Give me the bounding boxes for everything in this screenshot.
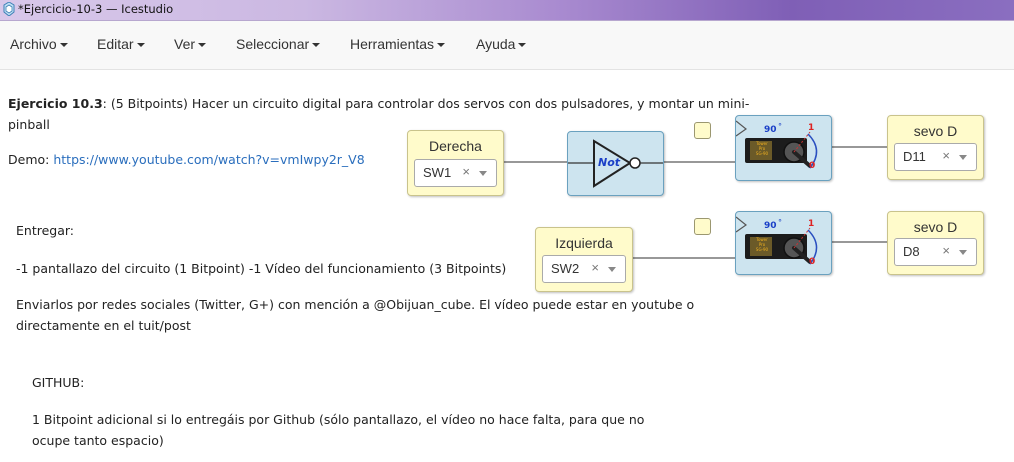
- izquierda-pin-value: SW2: [551, 261, 580, 276]
- izquierda-pin-select[interactable]: SW2 ×: [542, 255, 626, 283]
- input-block-derecha-label: Derecha: [429, 138, 482, 154]
- input-block-izquierda[interactable]: Izquierda SW2 ×: [535, 227, 633, 292]
- info-heading: Ejercicio 10.3: [8, 96, 103, 111]
- servo-block-top[interactable]: 90 ° 1 0 Tower Pro SG-90: [735, 115, 832, 181]
- entregar-items: -1 pantallazo del circuito (1 Bitpoint) …: [16, 261, 507, 276]
- dropdown-arrow-icon[interactable]: [959, 155, 967, 160]
- chevron-down-icon: [312, 43, 321, 48]
- icestudio-app-icon: [3, 2, 15, 16]
- servo-top-brand: Tower Pro SG-90: [751, 141, 773, 156]
- info-line-2: pinball: [8, 117, 50, 132]
- servo-bottom-brand-line-3: SG-90: [755, 247, 769, 252]
- menu-archivo-label: Archivo: [10, 36, 57, 52]
- not-gate-block[interactable]: Not: [567, 131, 664, 196]
- enviar-line-1: Enviarlos por redes sociales (Twitter, G…: [16, 297, 695, 312]
- sevo-bottom-pin-select[interactable]: D8 ×: [894, 238, 977, 266]
- led-indicator-top[interactable]: [694, 122, 711, 139]
- servo-top-degree: °: [778, 122, 782, 131]
- servo-top-one: 1: [808, 123, 815, 133]
- output-block-sevo-top-label: sevo D: [913, 123, 958, 139]
- servo-top-zero: 0: [809, 161, 816, 171]
- derecha-pin-value: SW1: [423, 165, 452, 180]
- chevron-down-icon: [437, 43, 446, 48]
- servo-bottom-zero: 0: [809, 257, 816, 267]
- input-block-derecha[interactable]: Derecha SW1 ×: [407, 130, 504, 196]
- servo-bottom-angle: 90: [764, 221, 777, 231]
- clear-icon[interactable]: ×: [462, 164, 470, 179]
- clear-icon[interactable]: ×: [591, 260, 599, 275]
- sevo-top-pin-select[interactable]: D11 ×: [894, 143, 977, 171]
- servo-bottom-brand: Tower Pro SG-90: [751, 237, 773, 252]
- chevron-down-icon: [518, 43, 527, 48]
- demo-link[interactable]: https://www.youtube.com/watch?v=vmIwpy2r…: [53, 152, 364, 167]
- menu-bar: Archivo Editar Ver Seleccionar Herramien…: [0, 21, 1014, 70]
- servo-bottom-degree: °: [778, 218, 782, 227]
- sevo-bottom-pin-value: D8: [903, 244, 920, 259]
- dropdown-arrow-icon[interactable]: [959, 250, 967, 255]
- demo-line: Demo: https://www.youtube.com/watch?v=vm…: [8, 150, 365, 170]
- input-block-izquierda-label: Izquierda: [555, 235, 613, 251]
- demo-label: Demo:: [8, 152, 50, 167]
- info-line-1-text: : (5 Bitpoints) Hacer un circuito digita…: [102, 96, 750, 111]
- sevo-top-pin-value: D11: [903, 149, 926, 164]
- menu-herramientas-label: Herramientas: [350, 36, 435, 52]
- chevron-down-icon: [59, 43, 68, 48]
- github-line-2: ocupe tanto espacio): [32, 433, 164, 448]
- menu-ver-label: Ver: [174, 36, 196, 52]
- menu-ayuda-label: Ayuda: [476, 36, 516, 52]
- clear-icon[interactable]: ×: [942, 148, 950, 163]
- output-block-sevo-bottom[interactable]: sevo D D8 ×: [887, 211, 984, 275]
- menu-ayuda[interactable]: Ayuda: [476, 36, 527, 52]
- entregar-heading: Entregar:: [16, 223, 75, 238]
- menu-seleccionar[interactable]: Seleccionar: [236, 36, 321, 52]
- menu-archivo[interactable]: Archivo: [10, 36, 68, 52]
- menu-seleccionar-label: Seleccionar: [236, 36, 310, 52]
- window-title-bar: *Ejercicio-10-3 — Icestudio: [0, 0, 1014, 21]
- dropdown-arrow-icon[interactable]: [608, 267, 616, 272]
- menu-herramientas[interactable]: Herramientas: [350, 36, 446, 52]
- output-block-sevo-bottom-label: sevo D: [913, 219, 958, 235]
- output-block-sevo-top[interactable]: sevo D D11 ×: [887, 115, 984, 180]
- servo-block-bottom[interactable]: 90 ° 1 0 Tower Pro SG-90: [735, 211, 832, 275]
- menu-editar-label: Editar: [97, 36, 134, 52]
- window-title: *Ejercicio-10-3 — Icestudio: [18, 2, 174, 16]
- dropdown-arrow-icon[interactable]: [479, 171, 487, 176]
- led-indicator-bottom[interactable]: [694, 218, 711, 235]
- info-line-1: Ejercicio 10.3: (5 Bitpoints) Hacer un c…: [8, 94, 749, 114]
- menu-ver[interactable]: Ver: [174, 36, 207, 52]
- servo-bottom-one: 1: [808, 219, 815, 229]
- not-gate-label: Not: [598, 156, 621, 169]
- chevron-down-icon: [198, 43, 207, 48]
- github-heading: GITHUB:: [32, 375, 85, 390]
- derecha-pin-select[interactable]: SW1 ×: [414, 159, 497, 187]
- clear-icon[interactable]: ×: [942, 243, 950, 258]
- enviar-line-2: directamente en el tuit/post: [16, 318, 191, 333]
- servo-top-brand-line-3: SG-90: [755, 151, 769, 156]
- servo-top-angle: 90: [764, 125, 777, 135]
- github-line-1: 1 Bitpoint adicional si lo entregáis por…: [32, 412, 645, 427]
- chevron-down-icon: [136, 43, 145, 48]
- menu-editar[interactable]: Editar: [97, 36, 145, 52]
